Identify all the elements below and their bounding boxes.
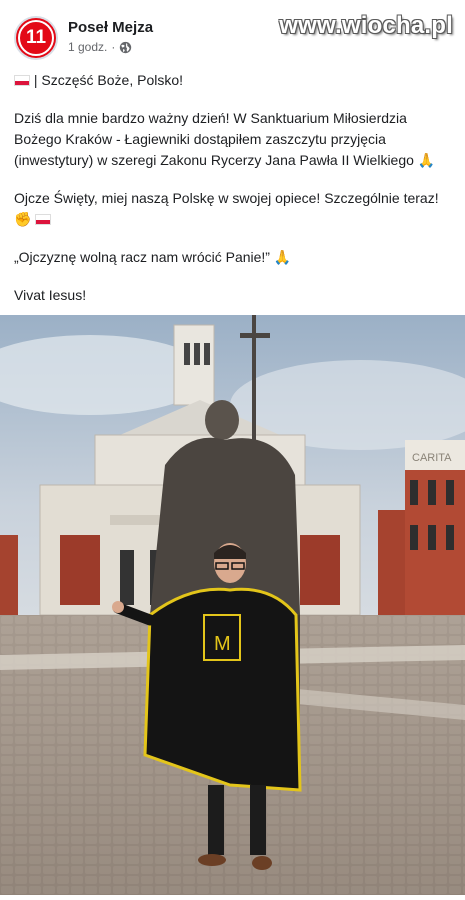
poland-flag-icon: [14, 75, 30, 86]
paragraph-prayer-text: Ojcze Święty, miej naszą Polskę w swojej…: [14, 190, 439, 206]
paragraph-closing-text: Vivat Iesus!: [14, 287, 87, 303]
watermark: www.wiocha.pl: [279, 12, 453, 39]
post-meta: 1 godz. ·: [68, 40, 132, 54]
post-text: | Szczęść Boże, Polsko! Dziś dla mnie ba…: [14, 70, 454, 323]
paragraph-quote-text: „Ojczyznę wolną racz nam wrócić Panie!”: [14, 249, 270, 265]
photo-scene: CARITA M: [0, 315, 465, 895]
avatar[interactable]: 11: [14, 16, 58, 60]
paragraph-investiture: Dziś dla mnie bardzo ważny dzień! W Sank…: [14, 108, 454, 171]
greeting-line: | Szczęść Boże, Polsko!: [14, 70, 454, 91]
building-inscription: CARITA: [412, 452, 452, 464]
avatar-number: 11: [18, 20, 54, 56]
post-photo[interactable]: CARITA M: [0, 315, 465, 895]
author-name[interactable]: Poseł Mejza: [68, 19, 153, 36]
svg-text:M: M: [214, 633, 231, 655]
praying-hands-icon: 🙏: [273, 249, 292, 265]
meta-separator: ·: [111, 40, 116, 54]
paragraph-prayer: Ojcze Święty, miej naszą Polskę w swojej…: [14, 188, 454, 230]
greeting-text: | Szczęść Boże, Polsko!: [33, 72, 184, 88]
raised-fist-icon: ✊: [14, 211, 32, 227]
post-header: 11 Poseł Mejza 1 godz. · www.wiocha.pl: [0, 0, 465, 66]
paragraph-quote: „Ojczyznę wolną racz nam wrócić Panie!” …: [14, 247, 454, 268]
paragraph-investiture-text: Dziś dla mnie bardzo ważny dzień! W Sank…: [14, 110, 414, 168]
praying-hands-icon: 🙏: [417, 152, 436, 168]
paragraph-closing: Vivat Iesus!: [14, 285, 454, 306]
globe-icon: [120, 41, 132, 53]
poland-flag-icon: [35, 214, 52, 225]
post-time[interactable]: 1 godz.: [68, 40, 107, 54]
